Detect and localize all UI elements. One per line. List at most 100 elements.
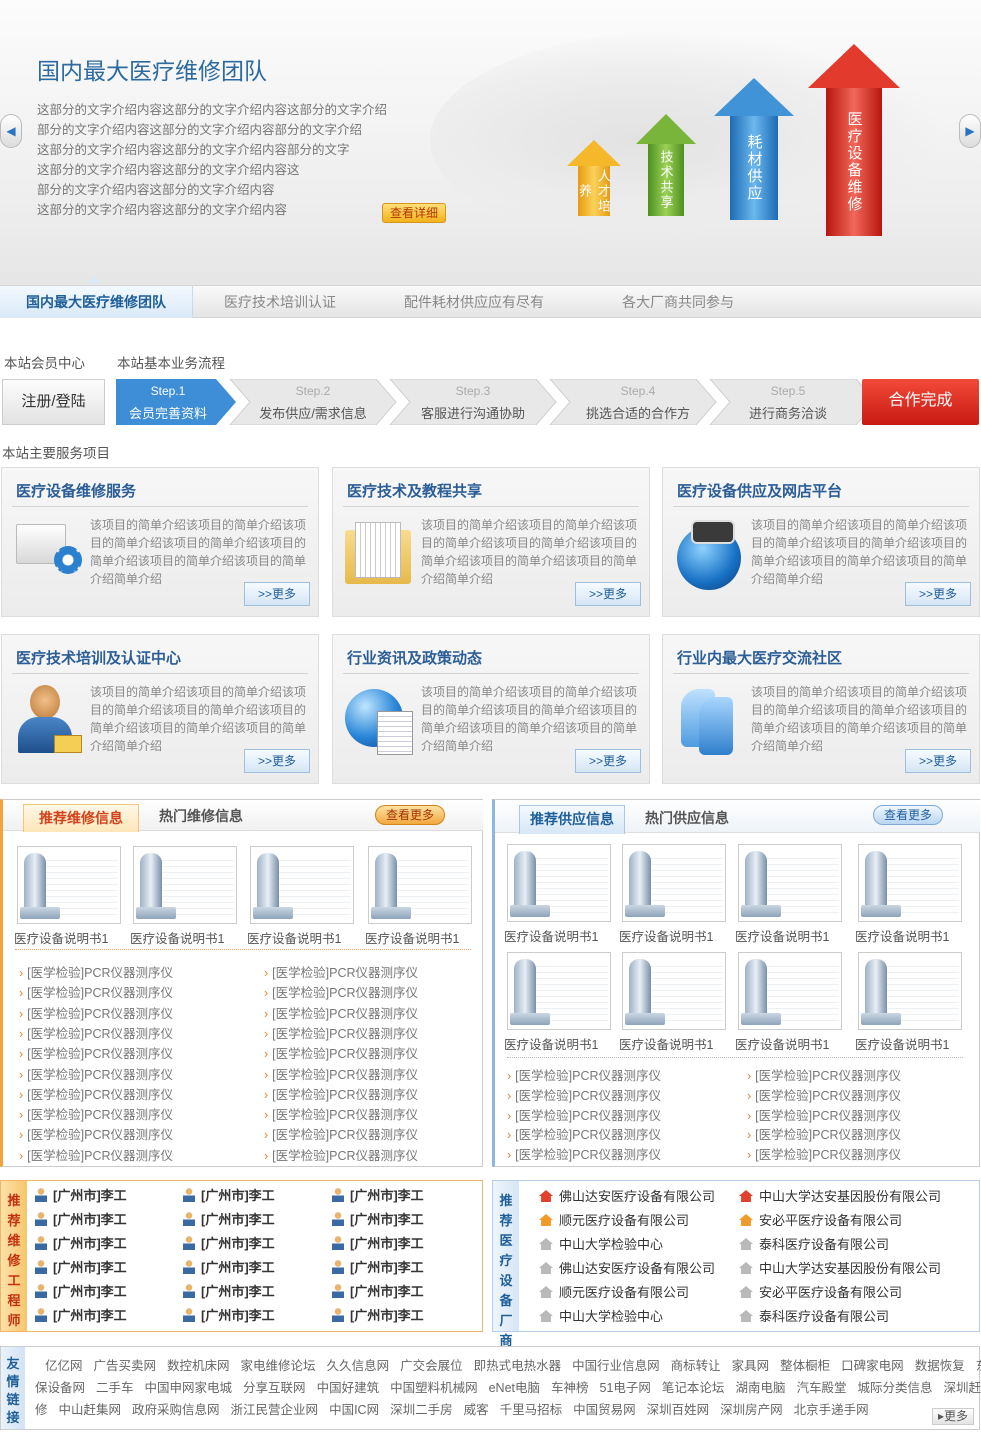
list-item[interactable]: › [医学检验]PCR仪器测序仪 xyxy=(507,1105,661,1124)
thumbnail-caption[interactable]: 医疗设备说明书1 xyxy=(855,926,949,945)
thumbnail-image[interactable] xyxy=(622,844,726,922)
list-item[interactable]: › [医学检验]PCR仪器测序仪 xyxy=(19,1104,173,1123)
list-item[interactable]: › [医学检验]PCR仪器测序仪 xyxy=(19,1064,173,1083)
thumbnail-caption[interactable]: 医疗设备说明书1 xyxy=(130,928,224,947)
engineer-item[interactable]: [广州市]李工 xyxy=(35,1305,127,1324)
friend-link[interactable]: 保设备网 xyxy=(35,1377,85,1396)
list-item[interactable]: › [医学检验]PCR仪器测序仪 xyxy=(747,1065,901,1084)
engineer-item[interactable]: [广州市]李工 xyxy=(35,1209,127,1228)
list-item[interactable]: › [医学检验]PCR仪器测序仪 xyxy=(507,1065,661,1084)
thumbnail-image[interactable] xyxy=(250,846,354,924)
list-item[interactable]: › [医学检验]PCR仪器测序仪 xyxy=(19,1145,173,1164)
thumbnail-image[interactable] xyxy=(507,952,611,1030)
thumbnail-image[interactable] xyxy=(133,846,237,924)
view-detail-button[interactable]: 查看详细 xyxy=(382,203,446,223)
engineer-item[interactable]: [广州市]李工 xyxy=(332,1233,424,1252)
friend-link[interactable]: 深圳赶集网 xyxy=(943,1377,981,1396)
list-item[interactable]: › [医学检验]PCR仪器测序仪 xyxy=(747,1105,901,1124)
friend-link[interactable]: 车神榜 xyxy=(551,1377,589,1396)
tab-vendors[interactable]: 各大厂商共同参与 xyxy=(622,286,734,318)
thumbnail-image[interactable] xyxy=(738,844,842,922)
list-item[interactable]: › [医学检验]PCR仪器测序仪 xyxy=(264,1023,418,1042)
friend-link[interactable]: 深圳房产网 xyxy=(720,1399,783,1418)
list-item[interactable]: › [医学检验]PCR仪器测序仪 xyxy=(19,1084,173,1103)
engineer-item[interactable]: [广州市]李工 xyxy=(35,1185,127,1204)
friend-link[interactable]: 深圳二手房 xyxy=(390,1399,453,1418)
list-item[interactable]: › [医学检验]PCR仪器测序仪 xyxy=(19,982,173,1001)
friend-link[interactable]: 整体橱柜 xyxy=(780,1355,830,1374)
tab-hot-repair[interactable]: 热门维修信息 xyxy=(159,806,243,826)
friend-link[interactable]: 广交会展位 xyxy=(400,1355,463,1374)
tab-hot-supply[interactable]: 热门供应信息 xyxy=(645,808,729,828)
friend-link[interactable]: 政府采购信息网 xyxy=(132,1399,220,1418)
thumbnail-caption[interactable]: 医疗设备说明书1 xyxy=(365,928,459,947)
friend-link[interactable]: 中国塑料机械网 xyxy=(390,1377,478,1396)
list-item[interactable]: › [医学检验]PCR仪器测序仪 xyxy=(264,1043,418,1062)
engineer-item[interactable]: [广州市]李工 xyxy=(332,1185,424,1204)
friend-link[interactable]: 威客 xyxy=(464,1399,489,1418)
friend-link[interactable]: 中国行业信息网 xyxy=(572,1355,660,1374)
friend-link[interactable]: 中国好建筑 xyxy=(317,1377,380,1396)
thumbnail-image[interactable] xyxy=(858,844,962,922)
friend-link[interactable]: 分享互联网 xyxy=(243,1377,306,1396)
friend-link[interactable]: 家具网 xyxy=(732,1355,770,1374)
list-item[interactable]: › [医学检验]PCR仪器测序仪 xyxy=(264,1104,418,1123)
maker-item[interactable]: 中山大学检验中心 xyxy=(539,1234,663,1253)
maker-item[interactable]: 佛山达安医疗设备有限公司 xyxy=(539,1186,715,1205)
more-button[interactable]: >>更多 xyxy=(905,582,971,606)
more-button[interactable]: >>更多 xyxy=(575,749,641,773)
tab-parts[interactable]: 配件耗材供应应有尽有 xyxy=(404,286,544,318)
friend-link[interactable]: 湖南电脑 xyxy=(735,1377,785,1396)
list-item[interactable]: › [医学检验]PCR仪器测序仪 xyxy=(19,1003,173,1022)
engineer-item[interactable]: [广州市]李工 xyxy=(332,1257,424,1276)
view-more-supply-button[interactable]: 查看更多 xyxy=(873,805,943,825)
friend-link[interactable]: 中国IC网 xyxy=(329,1399,379,1418)
maker-item[interactable]: 顺元医疗设备有限公司 xyxy=(539,1210,689,1229)
friend-link[interactable]: 千里马招标 xyxy=(500,1399,563,1418)
register-login-button[interactable]: 注册/登陆 xyxy=(2,379,105,425)
next-slide-button[interactable]: ▶ xyxy=(959,114,981,148)
tab-repair-team[interactable]: 国内最大医疗维修团队 xyxy=(0,286,193,318)
maker-item[interactable]: 安必平医疗设备有限公司 xyxy=(739,1210,902,1229)
friend-link[interactable]: 浙江民营企业网 xyxy=(231,1399,319,1418)
friend-link[interactable]: 北京手递手网 xyxy=(794,1399,869,1418)
engineer-item[interactable]: [广州市]李工 xyxy=(183,1209,275,1228)
more-button[interactable]: >>更多 xyxy=(905,749,971,773)
friend-link[interactable]: 修 xyxy=(35,1399,48,1418)
thumbnail-image[interactable] xyxy=(507,844,611,922)
thumbnail-caption[interactable]: 医疗设备说明书1 xyxy=(504,926,598,945)
friend-link[interactable]: 广告买卖网 xyxy=(94,1355,157,1374)
thumbnail-image[interactable] xyxy=(738,952,842,1030)
engineer-item[interactable]: [广州市]李工 xyxy=(35,1281,127,1300)
maker-item[interactable]: 泰科医疗设备有限公司 xyxy=(739,1234,889,1253)
friend-link[interactable]: 久久信息网 xyxy=(327,1355,390,1374)
more-button[interactable]: >>更多 xyxy=(244,582,310,606)
engineer-item[interactable]: [广州市]李工 xyxy=(183,1305,275,1324)
engineer-item[interactable]: [广州市]李工 xyxy=(35,1257,127,1276)
engineer-item[interactable]: [广州市]李工 xyxy=(332,1209,424,1228)
thumbnail-image[interactable] xyxy=(622,952,726,1030)
thumbnail-image[interactable] xyxy=(368,846,472,924)
view-more-repair-button[interactable]: 查看更多 xyxy=(375,805,445,825)
thumbnail-image[interactable] xyxy=(17,846,121,924)
maker-item[interactable]: 中山大学达安基因股份有限公司 xyxy=(739,1258,941,1277)
friend-link[interactable]: 数控机床网 xyxy=(167,1355,230,1374)
engineer-item[interactable]: [广州市]李工 xyxy=(35,1233,127,1252)
friend-link[interactable]: 笔记本论坛 xyxy=(662,1377,725,1396)
list-item[interactable]: › [医学检验]PCR仪器测序仪 xyxy=(264,1145,418,1164)
list-item[interactable]: › [医学检验]PCR仪器测序仪 xyxy=(747,1144,901,1163)
list-item[interactable]: › [医学检验]PCR仪器测序仪 xyxy=(747,1124,901,1143)
friend-link[interactable]: 东方汽 xyxy=(976,1355,981,1374)
list-item[interactable]: › [医学检验]PCR仪器测序仪 xyxy=(19,1023,173,1042)
friend-link[interactable]: 中山赶集网 xyxy=(59,1399,122,1418)
friend-link[interactable]: 口碑家电网 xyxy=(841,1355,904,1374)
thumbnail-caption[interactable]: 医疗设备说明书1 xyxy=(504,1034,598,1053)
thumbnail-caption[interactable]: 医疗设备说明书1 xyxy=(14,928,108,947)
thumbnail-caption[interactable]: 医疗设备说明书1 xyxy=(735,926,829,945)
thumbnail-caption[interactable]: 医疗设备说明书1 xyxy=(855,1034,949,1053)
friend-link[interactable]: 深圳百姓网 xyxy=(647,1399,710,1418)
list-item[interactable]: › [医学检验]PCR仪器测序仪 xyxy=(19,1043,173,1062)
maker-item[interactable]: 泰科医疗设备有限公司 xyxy=(739,1306,889,1325)
friend-link[interactable]: 数据恢复 xyxy=(915,1355,965,1374)
thumbnail-caption[interactable]: 医疗设备说明书1 xyxy=(247,928,341,947)
